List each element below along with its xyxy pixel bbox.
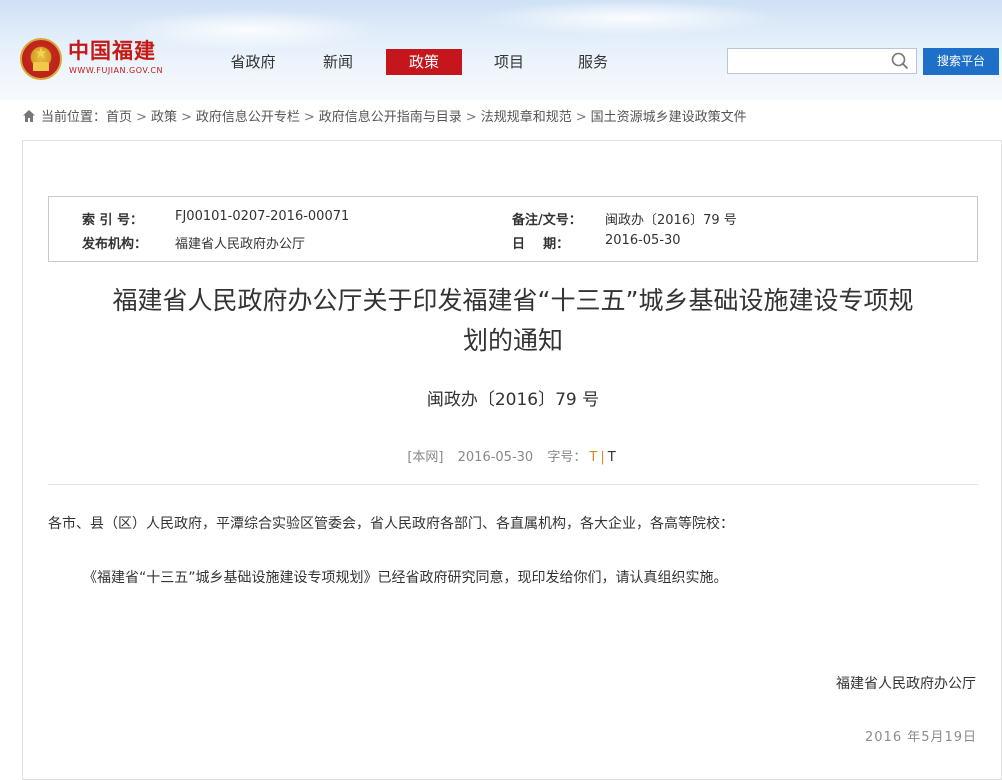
- nav-item-policy[interactable]: 政策: [386, 49, 462, 75]
- document-title-line1: 福建省人民政府办公厅关于印发福建省“十三五”城乡基础设施建设专项规: [112, 286, 914, 315]
- nav-item-projects[interactable]: 项目: [471, 49, 547, 75]
- breadcrumb-separator: >: [465, 110, 477, 125]
- publish-date: 2016-05-30: [457, 450, 534, 465]
- nav-item-services[interactable]: 服务: [555, 49, 631, 75]
- font-size-small-button[interactable]: T: [608, 450, 616, 465]
- header-cloud-decoration: [480, 0, 780, 36]
- search-icon[interactable]: [891, 52, 909, 70]
- font-size-separator: |: [600, 450, 605, 465]
- breadcrumb-regulations[interactable]: 法规规章和规范: [481, 110, 572, 125]
- site-name: 中国福建: [68, 39, 156, 63]
- breadcrumb-separator: >: [303, 110, 315, 125]
- date-value: 2016-05-30: [605, 233, 681, 248]
- breadcrumb-policy[interactable]: 政策: [151, 110, 177, 125]
- national-emblem-icon: ★: [20, 38, 62, 80]
- breadcrumb-current[interactable]: 国土资源城乡建设政策文件: [591, 110, 747, 125]
- publisher-value: 福建省人民政府办公厅: [175, 237, 306, 252]
- breadcrumb-separator: >: [575, 110, 587, 125]
- font-size-large-button[interactable]: T: [589, 450, 597, 465]
- doc-note-label: 备注/文号：: [512, 213, 582, 228]
- breadcrumb-separator: >: [180, 110, 192, 125]
- doc-note-value: 闽政办〔2016〕79 号: [605, 213, 737, 228]
- index-number-value: FJ00101-0207-2016-00071: [175, 209, 350, 224]
- document-title: 福建省人民政府办公厅关于印发福建省“十三五”城乡基础设施建设专项规 划的通知: [48, 281, 978, 361]
- document-info-line: [本网] 2016-05-30 字号： T | T: [48, 446, 978, 465]
- breadcrumb-separator: >: [136, 110, 147, 125]
- site-logo[interactable]: ★ 中国福建 WWW.FUJIAN.GOV.CN: [20, 38, 163, 82]
- document-paragraph: 《福建省“十三五”城乡基础设施建设专项规划》已经省政府研究同意，现印发给你们，请…: [83, 570, 728, 586]
- breadcrumb-prefix: 当前位置：: [41, 110, 107, 125]
- site-header: ★ 中国福建 WWW.FUJIAN.GOV.CN 省政府 新闻 政策 项目 服务…: [0, 0, 1002, 100]
- content-divider: [48, 484, 978, 485]
- breadcrumb: 当前位置：首页 > 政策 > 政府信息公开专栏 > 政府信息公开指南与目录 > 法规规章和规范 >…: [22, 108, 747, 128]
- breadcrumb-home[interactable]: 首页: [106, 110, 132, 125]
- breadcrumb-gov-info[interactable]: 政府信息公开专栏: [196, 110, 300, 125]
- nav-item-province-gov[interactable]: 省政府: [215, 49, 291, 75]
- article-container: 索 引 号： FJ00101-0207-2016-00071 备注/文号： 闽政…: [22, 140, 1002, 780]
- site-url: WWW.FUJIAN.GOV.CN: [69, 66, 163, 75]
- breadcrumb-guide[interactable]: 政府信息公开指南与目录: [319, 110, 462, 125]
- home-icon: [23, 110, 35, 122]
- document-salutation: 各市、县（区）人民政府，平潭综合实验区管委会，省人民政府各部门、各直属机构，各大…: [48, 516, 734, 532]
- document-issuer: 福建省人民政府办公厅: [836, 676, 976, 692]
- document-title-line2: 划的通知: [462, 326, 563, 355]
- date-label: 日 期：: [512, 237, 570, 252]
- font-size-label: 字号：: [547, 450, 587, 465]
- document-sign-date: 2016 年5月19日: [865, 730, 978, 745]
- source-label: [本网]: [407, 450, 444, 465]
- document-meta-box: 索 引 号： FJ00101-0207-2016-00071 备注/文号： 闽政…: [48, 196, 978, 262]
- search-input[interactable]: [727, 48, 917, 74]
- publisher-label: 发布机构：: [82, 237, 148, 252]
- index-number-label: 索 引 号：: [82, 213, 144, 228]
- search-button[interactable]: 搜索平台: [923, 48, 999, 75]
- document-number: 闽政办〔2016〕79 号: [426, 390, 600, 410]
- nav-item-news[interactable]: 新闻: [300, 49, 376, 75]
